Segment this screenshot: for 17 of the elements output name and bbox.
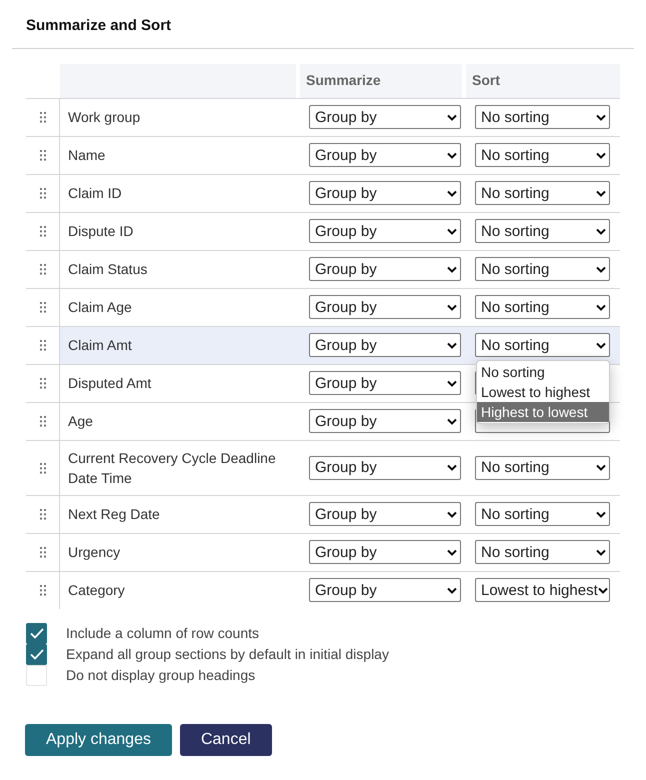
field-name: Category (68, 581, 125, 600)
checkbox-label: Expand all group sections by default in initial display (66, 644, 389, 664)
column-header: Sort (466, 64, 620, 98)
field-name: Next Reg Date (68, 505, 160, 524)
field-name: Claim Age (68, 298, 132, 317)
field-name: Current Recovery Cycle Deadline Date Time (68, 448, 277, 488)
field-name: Urgency (68, 543, 120, 562)
dialog-title: Summarize and Sort (26, 16, 172, 36)
field-name: Name (68, 146, 106, 165)
field-name: Dispute ID (68, 222, 134, 241)
field-name: Claim Status (68, 260, 148, 279)
checkbox-label: Include a column of row counts (66, 624, 259, 642)
field-name: Claim ID (68, 184, 122, 203)
field-name: Work group (68, 108, 140, 127)
field-name: Disputed Amt (68, 374, 152, 393)
checkbox-label: Do not display group headings (66, 666, 256, 685)
field-name: Claim Amt (68, 336, 132, 355)
